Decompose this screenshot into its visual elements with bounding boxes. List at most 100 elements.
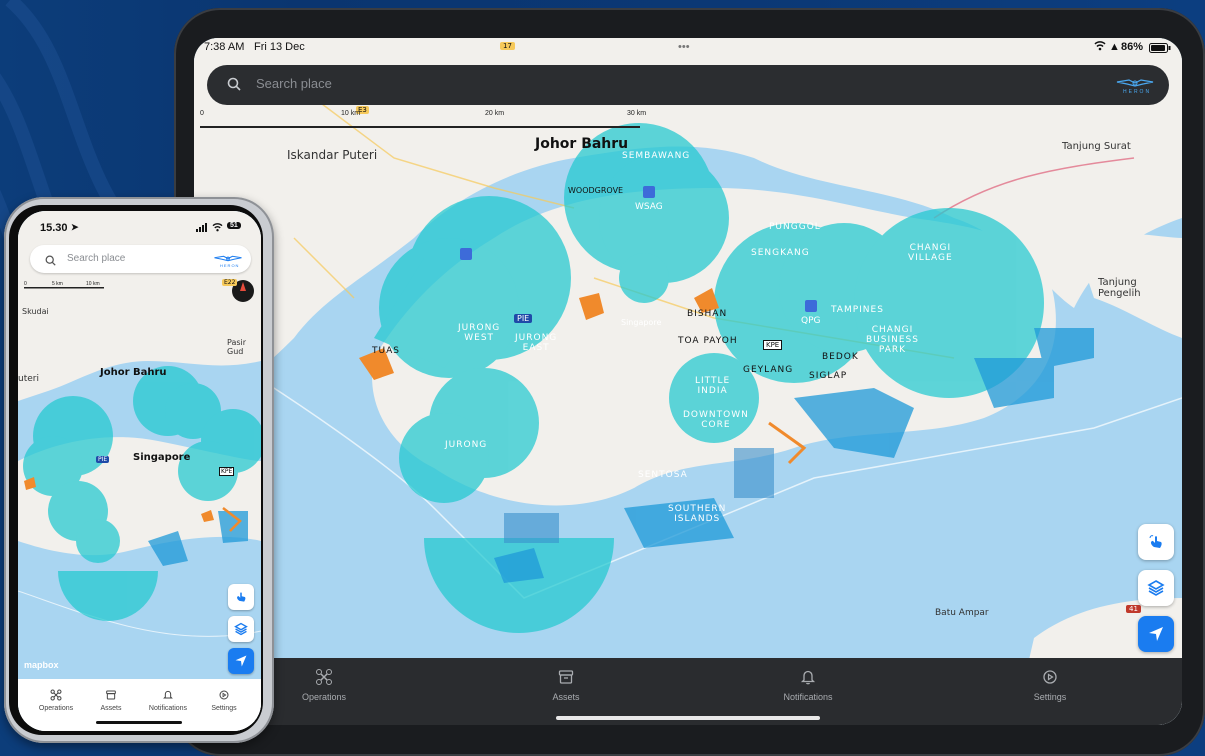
tab-operations[interactable]: Operations: [28, 689, 84, 712]
bell-icon: [800, 670, 816, 685]
home-indicator: [556, 716, 820, 720]
tab-notifications[interactable]: Notifications: [140, 689, 196, 712]
search-icon: [45, 253, 56, 271]
layers-button[interactable]: [1138, 570, 1174, 606]
tab-label: Operations: [38, 705, 74, 712]
map-label-bedok: BEDOK: [822, 352, 859, 362]
signal-icon: [196, 223, 208, 235]
status-date: Fri 13 Dec: [254, 41, 305, 53]
drone-icon: [50, 689, 62, 701]
tab-notifications[interactable]: Notifications: [748, 668, 868, 702]
tab-assets[interactable]: Assets: [83, 689, 139, 712]
battery-icon: [1149, 43, 1171, 56]
wifi-icon: [212, 223, 223, 235]
map-label-iskandar-puteri: Iskandar Puteri: [287, 148, 378, 162]
map-label-sentosa: SENTOSA: [638, 470, 688, 480]
map-label-tuas: TUAS: [372, 346, 400, 356]
map-label-jurong-west: JURONG WEST: [458, 323, 501, 343]
tab-label: Operations: [301, 692, 347, 702]
mapbox-attribution[interactable]: mapbox: [24, 660, 59, 670]
map-label-pie: PIE: [96, 456, 110, 463]
hand-pointer-icon: [1149, 535, 1162, 548]
search-bar[interactable]: Search place HERON: [30, 245, 251, 273]
map-label-changi-business-park: CHANGI BUSINESS PARK: [866, 325, 919, 355]
settings-icon: [219, 690, 229, 700]
hand-pointer-icon: [237, 592, 246, 602]
phone-status-bar: 15.30 ➤ 51: [18, 211, 261, 241]
map-label-johor-bahru: Johor Bahru: [535, 136, 629, 152]
map-label-tanjung-surat: Tanjung Surat: [1062, 141, 1131, 152]
map-label-singapore: Singapore: [621, 318, 662, 327]
map-label-tanjung-pengelih: Tanjung Pengelih: [1098, 277, 1141, 299]
search-bar[interactable]: Search place HERON: [207, 65, 1169, 105]
bottom-tab-bar: Operations Assets Notifications Settings: [194, 658, 1182, 725]
road-shield-41: 41: [1126, 605, 1141, 613]
search-input[interactable]: Search place: [67, 253, 125, 264]
scale-label: 5 km: [52, 281, 63, 287]
map-label-jurong-east: JURONG EAST: [515, 333, 558, 353]
map-label-singapore: Singapore: [133, 452, 191, 463]
tab-label: Settings: [1033, 692, 1067, 702]
location-icon: ▲: [1109, 41, 1120, 53]
map-label-kpe: KPE: [763, 340, 783, 350]
archive-box-icon: [106, 690, 116, 700]
gesture-button[interactable]: [1138, 524, 1174, 560]
map-label-kpe: KPE: [219, 467, 235, 476]
tab-label: Assets: [552, 692, 580, 702]
map-label-batu-ampar: Batu Ampar: [935, 608, 989, 618]
layers-icon: [234, 622, 248, 636]
tab-settings[interactable]: Settings: [990, 668, 1110, 702]
tablet-screen: Johor Bahru Iskandar Puteri SEMBAWANG WO…: [194, 38, 1182, 725]
locate-me-button[interactable]: [1138, 616, 1174, 652]
map-label-jurong: JURONG: [445, 440, 488, 450]
gesture-button[interactable]: [228, 584, 254, 610]
locate-me-button[interactable]: [228, 648, 254, 674]
map-label-johor-bahru: Johor Bahru: [100, 367, 167, 378]
battery-percent: 86%: [1121, 41, 1144, 53]
bell-icon: [163, 690, 173, 699]
map-label-sembawang: SEMBAWANG: [622, 151, 691, 161]
tab-operations[interactable]: Operations: [264, 668, 384, 702]
map-label-tampines: TAMPINES: [831, 305, 884, 315]
scale-label: 0: [200, 110, 204, 117]
tablet-map[interactable]: [194, 38, 1182, 725]
map-label-bishan: BISHAN: [687, 309, 728, 319]
map-label-siglap: SIGLAP: [809, 371, 848, 381]
layers-button[interactable]: [228, 616, 254, 642]
map-label-pie: PIE: [514, 314, 533, 323]
tab-label: Assets: [100, 705, 122, 712]
scale-label: 0: [24, 281, 27, 287]
scale-labels: 0 10 km 20 km 30 km: [200, 110, 660, 130]
status-time: 15.30: [40, 222, 68, 234]
location-arrow-icon: ➤: [71, 222, 79, 232]
map-label-skudai: Skudai: [22, 307, 49, 316]
scale-label: 20 km: [485, 110, 505, 117]
map-label-downtown-core: DOWNTOWN CORE: [683, 410, 749, 430]
tab-settings[interactable]: Settings: [196, 689, 252, 712]
navigation-arrow-icon: [235, 655, 247, 667]
map-label-puteri: uteri: [18, 374, 39, 384]
map-label-woodgrove: WOODGROVE: [568, 186, 624, 195]
multitask-dots: •••: [678, 41, 690, 53]
search-input[interactable]: Search place: [256, 76, 332, 91]
status-time: 7:38 AM: [204, 41, 245, 53]
scale-label: 30 km: [627, 110, 647, 117]
layers-icon: [1147, 580, 1165, 596]
scale-label: 10 km: [341, 110, 361, 117]
search-icon: [227, 77, 241, 96]
heron-wordmark: HERON: [1123, 89, 1152, 95]
tab-label: Notifications: [783, 692, 833, 702]
tab-assets[interactable]: Assets: [506, 668, 626, 702]
tab-label: Settings: [211, 705, 237, 712]
home-indicator: [96, 721, 182, 724]
scale-label: 10 km: [86, 281, 100, 287]
tab-label: Notifications: [148, 705, 188, 712]
drone-icon: [316, 669, 332, 685]
map-label-qpg: QPG: [801, 316, 821, 326]
heron-logo: HERON: [1115, 77, 1155, 98]
settings-icon: [1043, 670, 1057, 684]
navigation-arrow-icon: [1149, 627, 1163, 641]
scale-labels: 0 5 km 10 km: [24, 281, 124, 289]
battery-icon: 51: [227, 222, 241, 229]
map-label-little-india: LITTLE INDIA: [695, 376, 731, 396]
